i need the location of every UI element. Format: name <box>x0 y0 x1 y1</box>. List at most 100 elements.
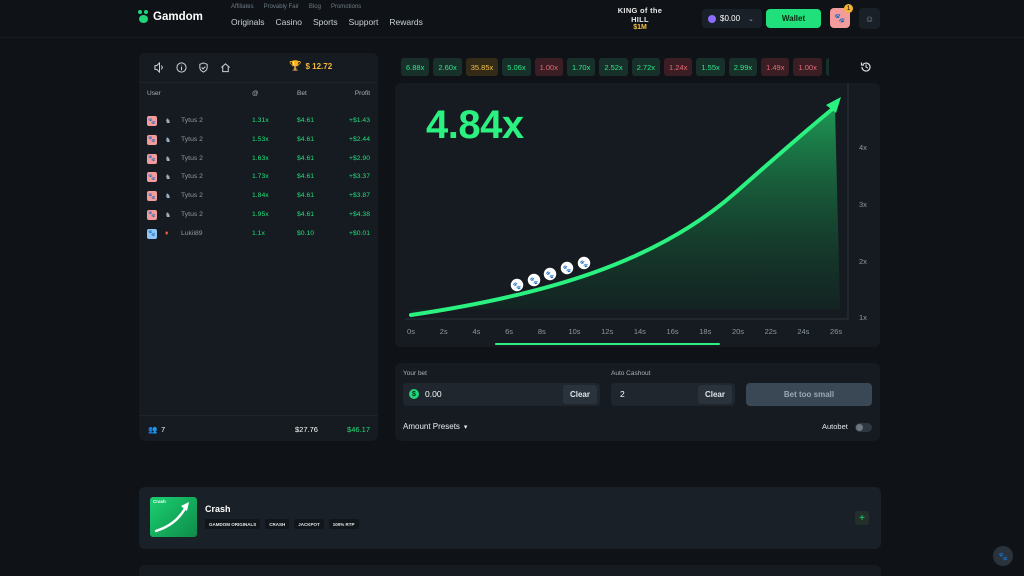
bet-amount-input[interactable]: $ 0.00 Clear <box>403 383 600 406</box>
secondary-nav: Affiliates Provably Fair Blog Promotions <box>231 4 361 10</box>
player-name[interactable]: Lukii89 <box>181 230 203 237</box>
x-tick-label: 18s <box>699 327 711 336</box>
profit-amount: +$0.01 <box>349 229 370 237</box>
tag-originals: GAMDOM ORIGINALS <box>205 519 261 529</box>
sound-icon[interactable] <box>153 62 165 74</box>
info-icon[interactable] <box>175 62 187 74</box>
history-chip[interactable]: 6.88x <box>401 58 430 76</box>
balance-selector[interactable]: $0.00 ⌄ <box>702 9 762 28</box>
rank-icon: ♞ <box>165 136 172 144</box>
col-multiplier: @ <box>252 90 259 97</box>
auto-cashout-value[interactable]: 2 <box>620 389 625 399</box>
bet-amount: $4.61 <box>297 154 315 162</box>
bets-list: 🐾 ♞ Tytus 2 1.31x $4.61 +$1.43 🐾 ♞ Tytus… <box>139 113 378 245</box>
svg-text:🐾: 🐾 <box>546 271 555 279</box>
history-chip[interactable]: 2.19x <box>825 58 829 76</box>
cashout-multiplier: 1.53x <box>252 135 269 143</box>
history-chip[interactable]: 2.99x <box>728 58 758 76</box>
nav-support[interactable]: Support <box>349 17 379 27</box>
player-avatar: 🐾 <box>147 116 157 126</box>
rank-icon: ♞ <box>165 211 172 219</box>
player-count: 7 <box>161 425 166 434</box>
total-profit: $46.17 <box>347 425 370 434</box>
history-chip[interactable]: 1.24x <box>664 58 693 76</box>
brand-logo[interactable]: Gamdom <box>138 10 203 23</box>
nav-promotions[interactable]: Promotions <box>331 4 361 10</box>
rank-icon: ♦ <box>165 229 169 237</box>
expand-plus-icon[interactable]: + <box>855 511 869 525</box>
bet-amount: $4.61 <box>297 192 315 200</box>
shield-icon[interactable] <box>197 62 209 74</box>
tag-crash: CRASH <box>265 519 290 529</box>
history-chip[interactable]: 1.70x <box>566 58 596 76</box>
history-chip[interactable]: 35.85x <box>465 58 499 76</box>
history-chip[interactable]: 2.72x <box>631 58 661 76</box>
avatar[interactable]: 🐾 1 <box>830 4 853 28</box>
nav-provably-fair[interactable]: Provably Fair <box>264 4 299 10</box>
player-avatar: 🐾 <box>147 191 157 202</box>
clear-bet-button[interactable]: Clear <box>563 385 597 404</box>
amount-presets-dropdown[interactable]: Amount Presets ▾ <box>403 422 467 431</box>
total-bet: $27.76 <box>295 425 318 434</box>
player-name[interactable]: Tytus 2 <box>181 173 203 180</box>
round-progress-bar <box>495 343 720 345</box>
place-bet-button[interactable]: Bet too small <box>746 383 872 406</box>
clear-cashout-button[interactable]: Clear <box>698 385 732 404</box>
history-chip[interactable]: 1.49x <box>761 58 790 76</box>
cashout-multiplier: 1.84x <box>252 192 269 200</box>
auto-cashout-input[interactable]: 2 Clear <box>611 383 735 406</box>
nav-rewards[interactable]: Rewards <box>389 17 423 27</box>
leaderboard-total[interactable]: 🏆 $ 12.72 <box>289 61 332 72</box>
history-chip[interactable]: 2.60x <box>433 58 462 76</box>
table-row: 🐾 ♞ Tytus 2 1.31x $4.61 +$1.43 <box>139 113 378 132</box>
x-tick-label: 24s <box>797 327 809 336</box>
nav-sports[interactable]: Sports <box>313 17 338 27</box>
history-chip[interactable]: 2.52x <box>599 58 628 76</box>
profit-amount: +$3.37 <box>349 173 370 181</box>
crash-graph: 4x 3x 2x 1x 0s 2s 4s 6s 8s 10s 12s 14s 16s 18s 20s 22s 2… <box>395 83 880 347</box>
history-chip[interactable]: 5.06x <box>502 58 531 76</box>
nav-casino[interactable]: Casino <box>276 17 302 27</box>
chat-icon[interactable]: ☺ <box>859 8 880 29</box>
next-section-edge <box>139 565 881 576</box>
game-title: Crash <box>205 504 231 514</box>
player-name[interactable]: Tytus 2 <box>181 211 203 218</box>
support-chat-icon[interactable]: 🐾 <box>993 546 1013 566</box>
player-avatar: 🐾 <box>147 209 157 220</box>
main-nav: Originals Casino Sports Support Rewards <box>231 17 423 27</box>
home-icon[interactable] <box>219 62 231 74</box>
king-of-the-hill-promo[interactable]: KING of the HILL $1M <box>612 6 668 34</box>
rank-icon: ♞ <box>165 118 172 125</box>
player-name[interactable]: Tytus 2 <box>181 136 203 143</box>
wallet-button[interactable]: Wallet <box>766 9 821 28</box>
player-name[interactable]: Tytus 2 <box>181 117 203 124</box>
cashout-multiplier: 1.63x <box>252 154 269 162</box>
promo-title: KING of the HILL <box>617 6 663 24</box>
autobet-toggle[interactable] <box>855 423 872 432</box>
nav-originals[interactable]: Originals <box>231 17 265 27</box>
live-bets-panel: 🏆 $ 12.72 User @ Bet Profit 🐾 ♞ Tytus 2 … <box>139 53 378 441</box>
player-name[interactable]: Tytus 2 <box>181 192 203 199</box>
game-thumbnail[interactable]: Crash <box>150 497 197 537</box>
auto-cashout-label: Auto Cashout <box>611 370 651 377</box>
notification-badge: 1 <box>844 4 853 13</box>
x-tick-label: 26s <box>830 327 842 336</box>
paw-logo-icon <box>138 10 149 23</box>
nav-affiliates[interactable]: Affiliates <box>231 4 254 10</box>
y-tick-label: 1x <box>859 313 867 322</box>
history-chip[interactable]: 1.00x <box>534 58 563 76</box>
players-icon: 👥 <box>148 425 158 434</box>
col-user: User <box>147 90 161 97</box>
history-chip[interactable]: 1.00x <box>793 58 822 76</box>
y-tick-label: 4x <box>859 143 867 152</box>
bet-amount-value[interactable]: 0.00 <box>425 389 442 399</box>
profit-amount: +$2.44 <box>349 135 370 143</box>
player-name[interactable]: Tytus 2 <box>181 155 203 162</box>
bet-amount: $4.61 <box>297 117 315 124</box>
promo-prize: $1M <box>633 24 647 31</box>
history-chip[interactable]: 1.55x <box>696 58 725 76</box>
history-icon[interactable] <box>858 59 874 75</box>
nav-blog[interactable]: Blog <box>309 4 321 10</box>
crash-history: 6.88x 2.60x 35.85x 5.06x 1.00x 1.70x 2.52x 2.72… <box>397 58 829 76</box>
cashout-multiplier: 1.31x <box>252 117 269 124</box>
